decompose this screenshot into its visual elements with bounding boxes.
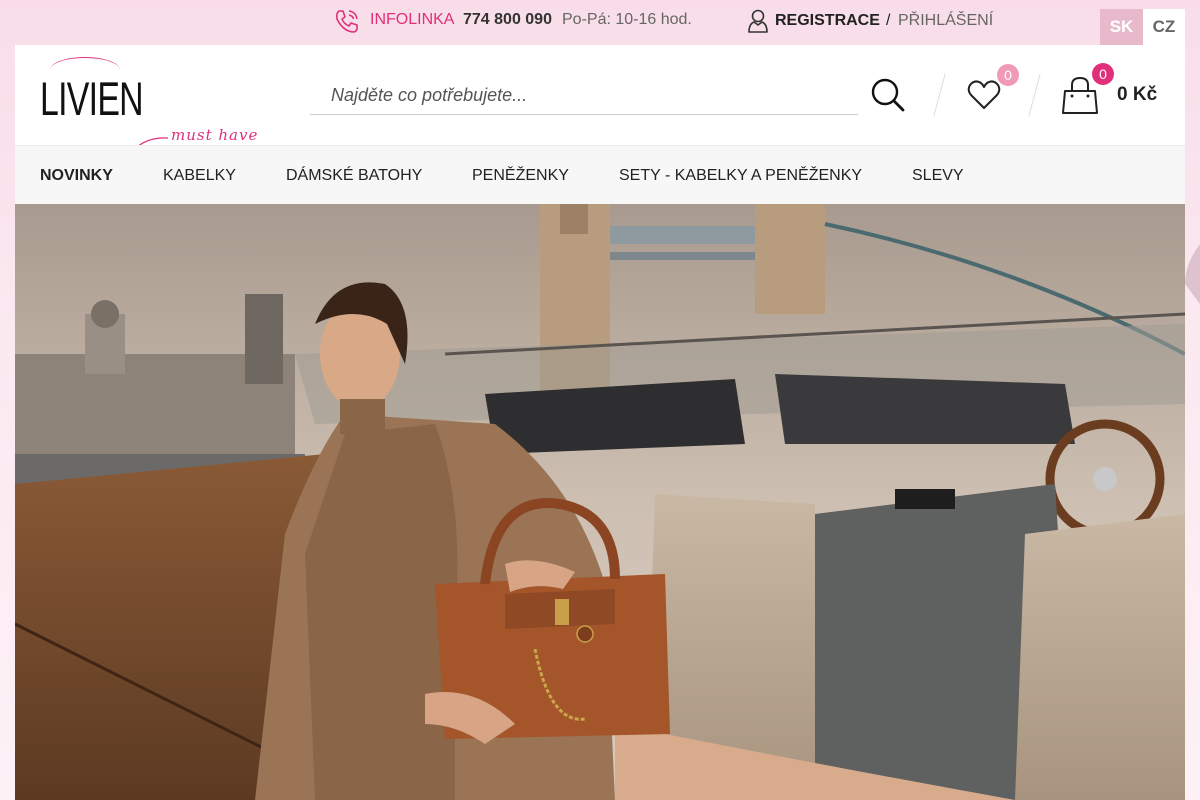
search-box: [310, 75, 858, 115]
side-decoration: [1185, 244, 1200, 304]
phone-icon: [335, 10, 358, 33]
main-navigation: NOVINKY KABELKY DÁMSKÉ BATOHY PENĚŽENKY …: [15, 145, 1185, 204]
nav-item-sety[interactable]: SETY - KABELKY A PENĚŽENKY: [619, 167, 862, 185]
nav-item-novinky[interactable]: NOVINKY: [40, 167, 113, 185]
cart-total[interactable]: 0 Kč: [1117, 84, 1157, 106]
search-input[interactable]: [310, 75, 858, 115]
search-icon[interactable]: [870, 77, 906, 113]
header-divider: [1028, 73, 1041, 117]
header-divider: [933, 73, 946, 117]
nav-item-slevy[interactable]: SLEVY: [912, 167, 964, 185]
infoline-label: INFOLINKA: [370, 11, 455, 28]
hero-banner[interactable]: [15, 204, 1185, 800]
cart-count-badge: 0: [1092, 63, 1114, 85]
register-link[interactable]: REGISTRACE: [775, 12, 880, 30]
language-sk-button[interactable]: SK: [1100, 9, 1143, 45]
login-link[interactable]: PŘIHLÁŠENÍ: [898, 12, 993, 30]
opening-hours: Po-Pá: 10-16 hod.: [562, 11, 692, 28]
top-bar: INFOLINKA 774 800 090 Po-Pá: 10-16 hod. …: [0, 0, 1200, 45]
phone-number[interactable]: 774 800 090: [463, 11, 552, 29]
nav-item-kabelky[interactable]: KABELKY: [163, 167, 236, 185]
wishlist-count-badge: 0: [997, 64, 1019, 86]
hero-image: [15, 204, 1185, 800]
nav-item-damske-batohy[interactable]: DÁMSKÉ BATOHY: [286, 167, 422, 185]
heart-icon[interactable]: [966, 79, 1002, 111]
language-cz-button[interactable]: CZ: [1143, 9, 1185, 45]
site-logo[interactable]: LIVIEN: [40, 55, 144, 127]
auth-separator: /: [886, 12, 891, 29]
logo-text: LIVIEN: [40, 72, 144, 125]
nav-item-penezenky[interactable]: PENĚŽENKY: [472, 167, 569, 185]
must-have-tagline: must have: [171, 126, 259, 144]
user-icon: [748, 9, 768, 33]
